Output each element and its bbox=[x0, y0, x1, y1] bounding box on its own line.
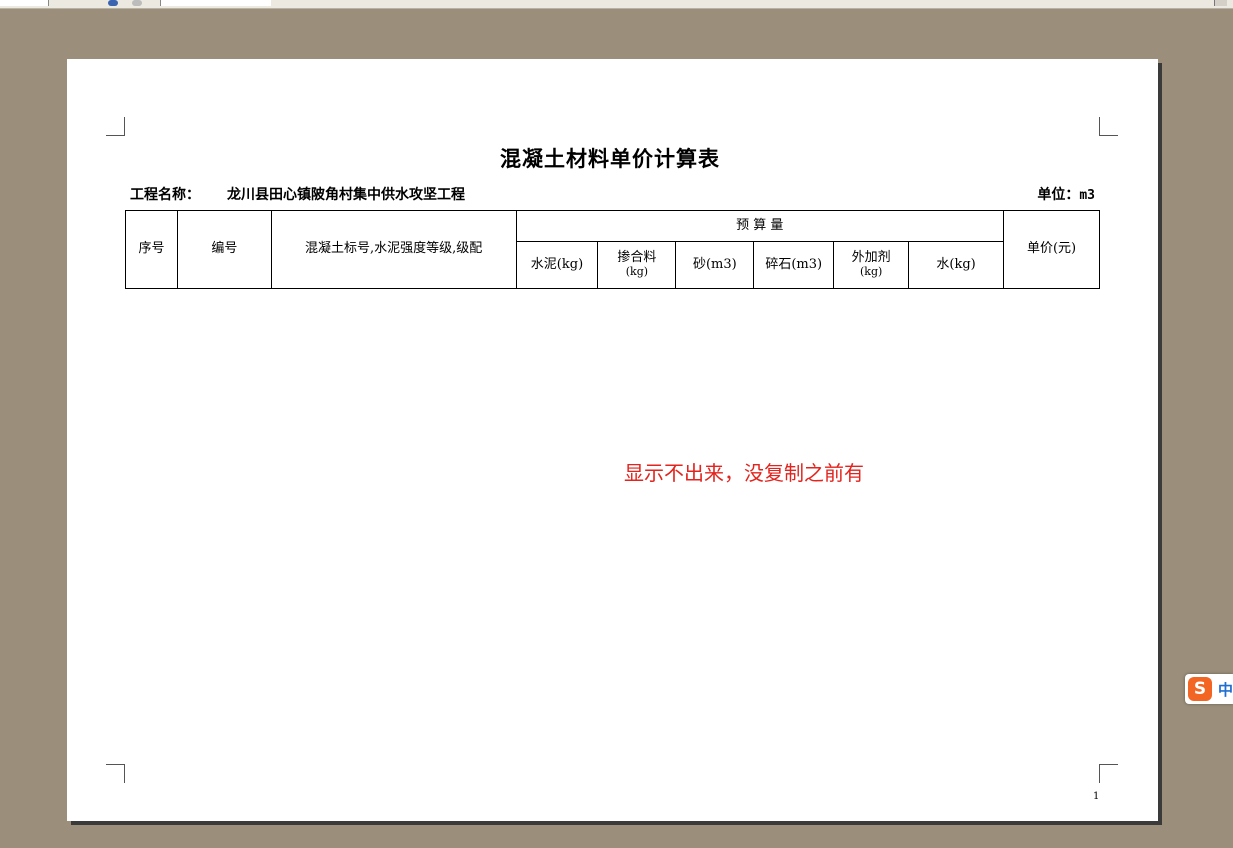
header-code: 编号 bbox=[176, 210, 272, 289]
header-spec: 混凝土标号,水泥强度等级,级配 bbox=[270, 210, 517, 289]
header-additive-name: 外加剂 bbox=[851, 250, 891, 266]
ime-status-badge[interactable]: S 中 bbox=[1185, 674, 1233, 704]
project-label: 工程名称： bbox=[130, 187, 200, 203]
header-additive-unit: (kg) bbox=[860, 265, 883, 279]
search-field[interactable] bbox=[160, 0, 271, 6]
project-name-line: 工程名称： 龙川县田心镇陂角村集中供水攻坚工程 bbox=[130, 184, 465, 204]
address-field[interactable] bbox=[0, 0, 49, 6]
ime-mode-label: 中 bbox=[1218, 681, 1233, 699]
header-cement: 水泥(kg) bbox=[515, 241, 599, 289]
table-header-row-1: 序号 编号 混凝土标号,水泥强度等级,级配 预 算 量 单价(元) bbox=[125, 210, 1100, 289]
header-budget-group: 预 算 量 bbox=[515, 210, 1005, 242]
header-sand: 砂(m3) bbox=[675, 241, 755, 289]
header-additive: 外加剂 (kg) bbox=[833, 241, 910, 289]
header-seq: 序号 bbox=[125, 210, 178, 289]
sogou-logo-icon: S bbox=[1188, 677, 1212, 701]
refresh-icon[interactable] bbox=[132, 0, 142, 6]
unit-value: m3 bbox=[1079, 188, 1095, 203]
header-water: 水(kg) bbox=[908, 241, 1005, 289]
header-admixture: 掺合料 (kg) bbox=[597, 241, 677, 289]
document-title: 混凝土材料单价计算表 bbox=[500, 146, 720, 171]
crop-mark-top-left bbox=[106, 117, 125, 136]
project-name: 龙川县田心镇陂角村集中供水攻坚工程 bbox=[227, 187, 465, 203]
header-unit-price: 单价(元) bbox=[1003, 210, 1100, 289]
crop-mark-top-right bbox=[1099, 117, 1118, 136]
header-admixture-name: 掺合料 bbox=[617, 250, 657, 266]
unit-label: 单位： bbox=[1037, 187, 1080, 203]
header-admixture-unit: (kg) bbox=[625, 265, 649, 279]
unit-line: 单位：m3 bbox=[1037, 184, 1095, 204]
price-calc-table: 序号 编号 混凝土标号,水泥强度等级,级配 预 算 量 单价(元) 水泥(kg)… bbox=[125, 210, 1100, 289]
window-toolbar-strip bbox=[0, 0, 1233, 9]
header-gravel: 碎石(m3) bbox=[753, 241, 835, 289]
crop-mark-bottom-right bbox=[1099, 764, 1118, 783]
annotation-note: 显示不出来，没复制之前有 bbox=[624, 461, 864, 485]
document-page: 混凝土材料单价计算表 工程名称： 龙川县田心镇陂角村集中供水攻坚工程 单位：m3 … bbox=[67, 59, 1158, 821]
scroll-up-button[interactable] bbox=[1214, 0, 1227, 6]
page-number: 1 bbox=[1093, 791, 1100, 802]
crop-mark-bottom-left bbox=[106, 764, 125, 783]
browser-icon[interactable] bbox=[108, 0, 118, 6]
